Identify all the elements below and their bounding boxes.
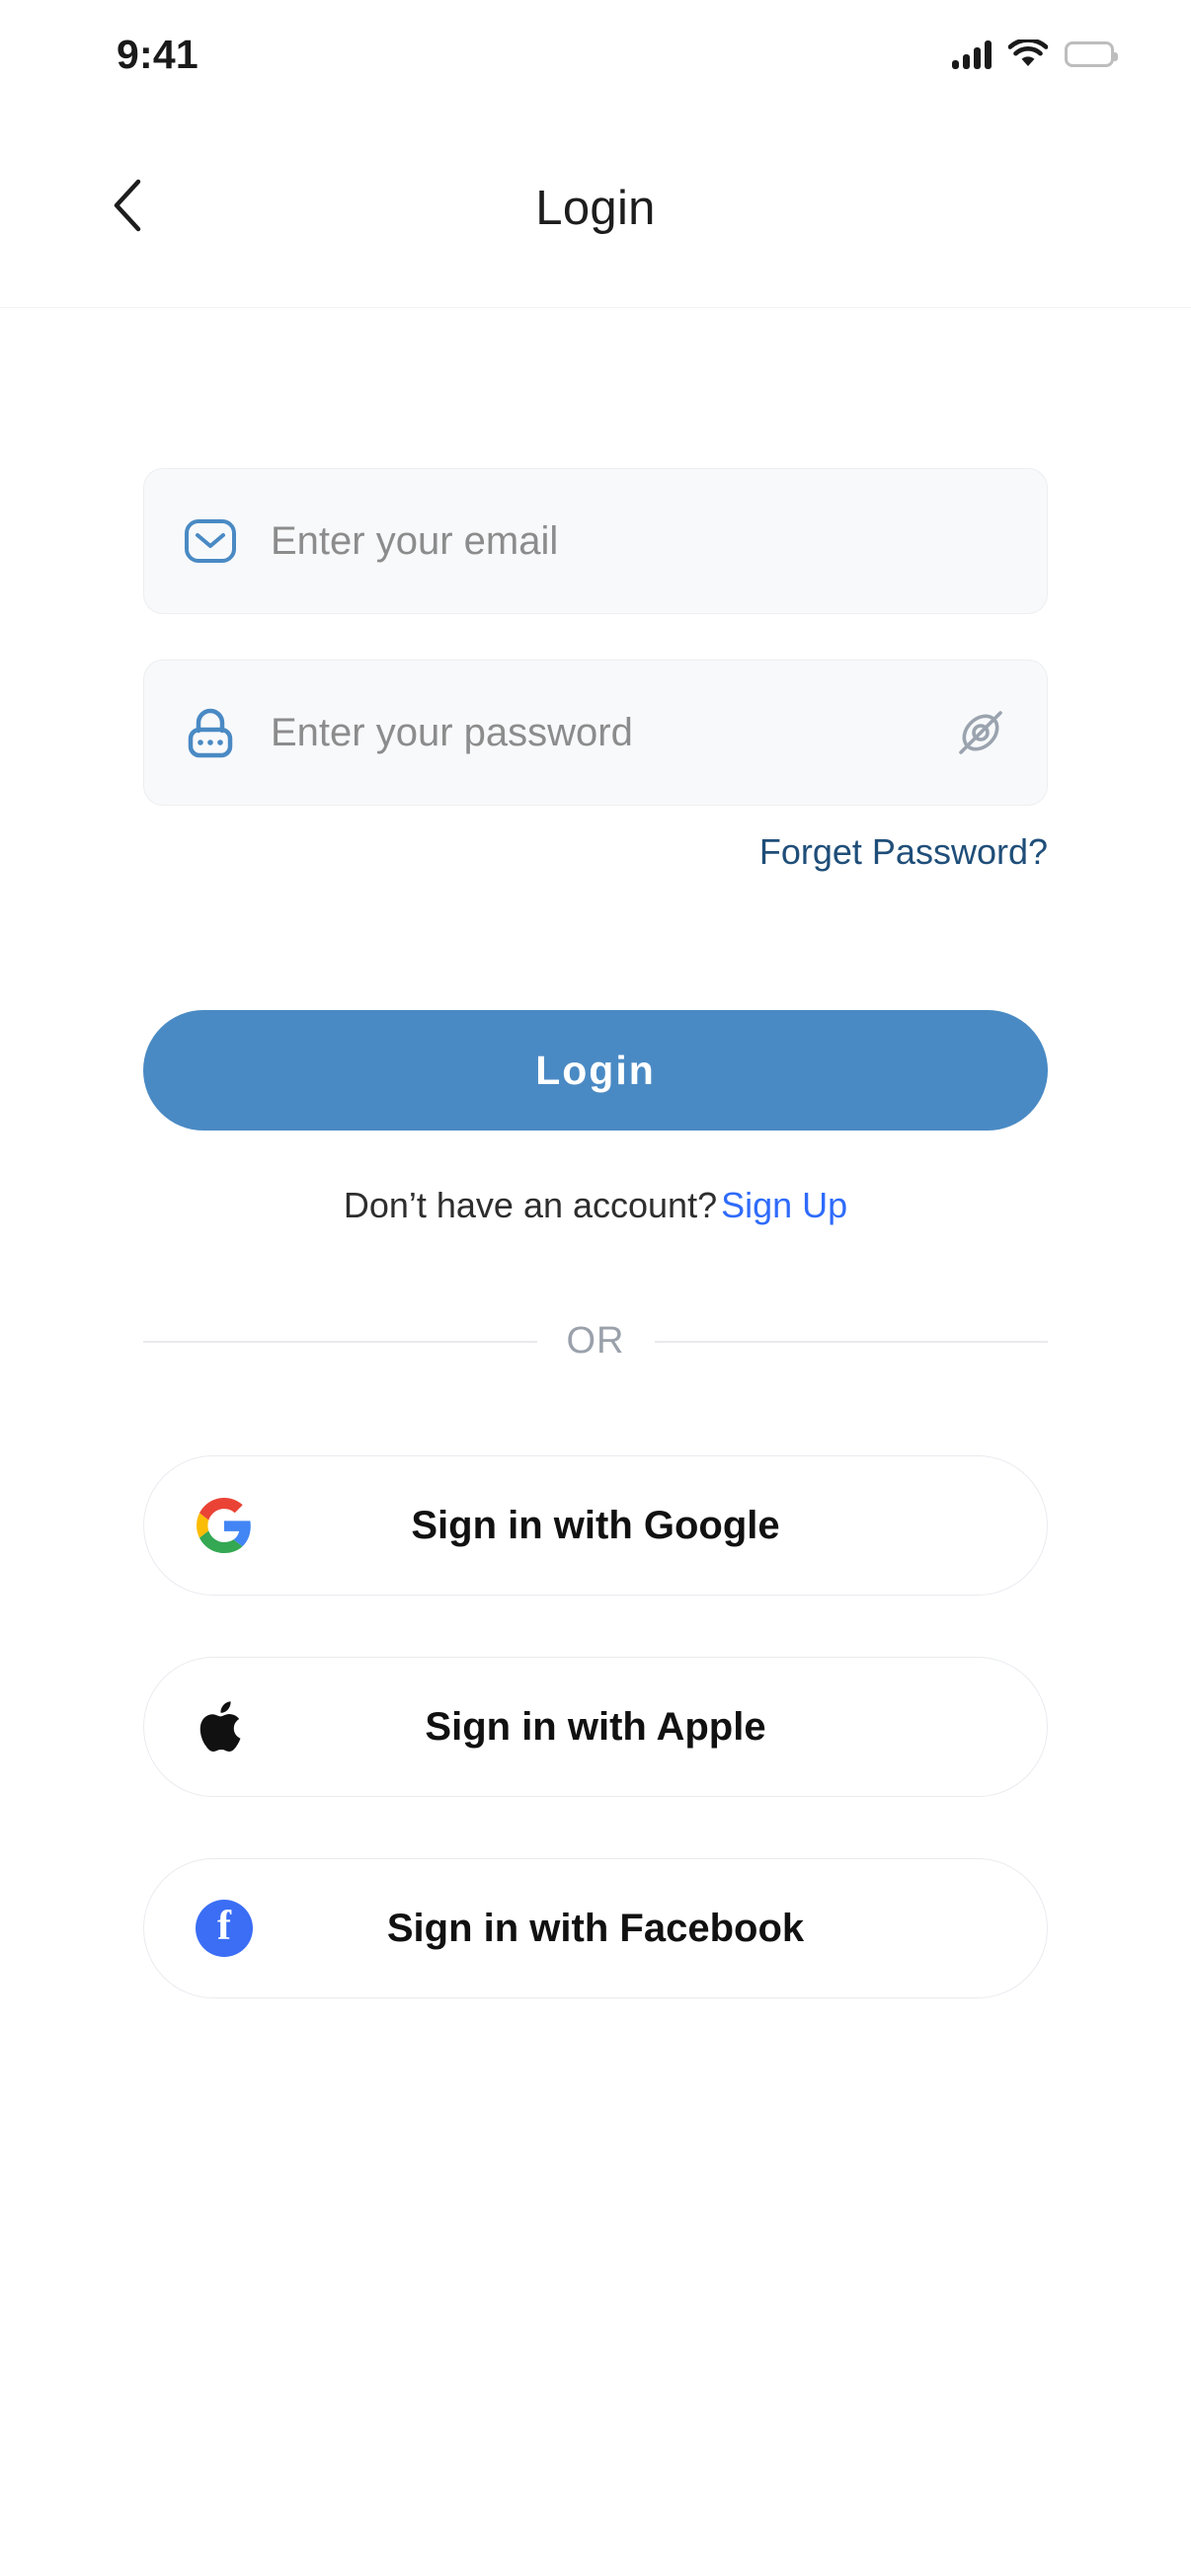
sign-in-with-apple-label: Sign in with Apple — [425, 1704, 766, 1749]
sign-in-with-google-label: Sign in with Google — [411, 1503, 780, 1547]
back-button[interactable] — [91, 172, 164, 245]
email-field[interactable] — [143, 468, 1048, 614]
google-logo-icon — [194, 1495, 255, 1556]
status-icons — [952, 39, 1118, 69]
apple-logo-icon — [194, 1696, 255, 1757]
divider-label: OR — [566, 1320, 625, 1362]
login-screen: 9:41 Login Enter your email Forget Passw… — [0, 0, 1191, 2576]
password-field[interactable] — [143, 660, 1048, 806]
signup-prompt-text: Don’t have an account? — [343, 1185, 718, 1225]
login-button[interactable]: Login — [143, 1010, 1048, 1131]
divider-line-right — [654, 1340, 1048, 1343]
divider-line-left — [143, 1340, 537, 1343]
sign-in-with-google-button[interactable]: Sign in with Google — [143, 1455, 1048, 1596]
sign-in-with-apple-button[interactable]: Sign in with Apple — [143, 1657, 1048, 1797]
eye-off-icon[interactable] — [950, 702, 1011, 763]
password-input[interactable] — [271, 710, 938, 755]
sign-in-with-facebook-button[interactable]: f Sign in with Facebook — [143, 1858, 1048, 1998]
forget-password-link[interactable]: Forget Password? — [759, 831, 1048, 873]
battery-full-icon — [1065, 41, 1118, 67]
facebook-logo-icon: f — [194, 1898, 255, 1959]
status-bar: 9:41 — [0, 0, 1191, 109]
or-divider: OR — [143, 1320, 1048, 1363]
envelope-icon — [180, 510, 241, 572]
sign-in-with-facebook-label: Sign in with Facebook — [386, 1906, 805, 1950]
signup-row: Don’t have an account? Sign Up — [0, 1185, 1191, 1226]
wifi-icon — [1008, 39, 1048, 69]
cellular-signal-icon — [952, 39, 992, 69]
signup-link[interactable]: Sign Up — [721, 1185, 847, 1225]
email-input[interactable] — [271, 518, 1011, 564]
header: Login — [0, 109, 1191, 308]
chevron-left-icon — [111, 178, 144, 238]
page-title: Login — [535, 181, 656, 235]
padlock-icon — [180, 702, 241, 763]
status-time: 9:41 — [117, 31, 198, 77]
